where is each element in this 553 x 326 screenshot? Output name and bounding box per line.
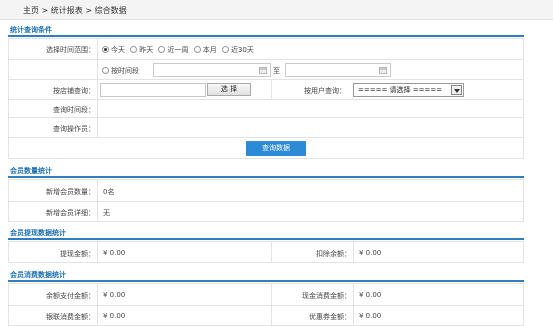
consume-table: 余额支付金额： ¥ 0.00 现金消费金额： ¥ 0.00 银联消费金额： ¥ … [8,283,524,326]
cash-table: 提现金额： ¥ 0.00 扣除余额： ¥ 0.00 [8,241,524,263]
time-range-label: 选择时间范围： [46,46,95,54]
radio-last-week[interactable]: 近一周 [158,45,188,55]
unionpay-value: ¥ 0.00 [103,312,126,320]
user-select-value: ===== 请选择 ===== [358,86,443,94]
time-range-options: 今天 昨天 近一周 本月 近30天 [102,45,257,55]
new-detail-value: 无 [103,209,110,217]
time-range-row: 选择时间范围： 今天 昨天 近一周 本月 近30天 [9,39,523,59]
custom-range-row: 按时间段 至 [9,59,523,79]
query-section-bar [8,35,524,37]
radio-yesterday[interactable]: 昨天 [130,45,153,55]
radio-icon [193,46,201,53]
new-detail-row: 新增会员详细： 无 [9,201,523,221]
radio-today[interactable]: 今天 [102,45,125,55]
start-date-input[interactable] [153,63,271,77]
radio-this-month[interactable]: 本月 [193,45,217,55]
new-count-value: 0名 [103,188,115,196]
consume-section-bar [8,280,524,282]
cash-section-bar [8,238,524,240]
radio-icon [158,46,166,53]
coupon-label: 优惠券金额： [309,313,351,321]
withdraw-label: 提现金额： [60,250,95,258]
top-bar: 主页 > 统计报表 > 综合数据 [0,0,553,20]
operator-row: 查询操作员： [9,117,523,137]
user-label: 按用户查询： [304,87,346,95]
radio-icon [102,67,109,74]
store-input[interactable] [100,83,206,97]
calendar-icon[interactable] [259,67,267,74]
chevron-down-icon [451,85,462,95]
radio-checked-icon [102,46,109,53]
new-count-label: 新增会员数量： [46,188,95,196]
cash-section-title: 会员提现数据统计 [10,229,66,237]
new-count-row: 新增会员数量： 0名 [9,180,523,201]
unionpay-label: 银联消费金额： [46,313,95,321]
radio-custom-range[interactable]: 按时间段 [102,66,139,76]
member-section-title: 会员数量统计 [10,167,52,175]
deduct-value: ¥ 0.00 [359,249,382,257]
consume-row-1: 余额支付金额： ¥ 0.00 现金消费金额： ¥ 0.00 [9,284,523,305]
user-select[interactable]: ===== 请选择 ===== [353,83,464,97]
consume-row-2: 银联消费金额： ¥ 0.00 优惠券金额： ¥ 0.00 [9,305,523,326]
query-data-button[interactable]: 查询数据 [246,141,306,156]
cash-consume-value: ¥ 0.00 [359,291,382,299]
submit-row: 查询数据 [9,137,523,159]
cash-consume-label: 现金消费金额： [302,292,351,300]
calendar-icon[interactable] [379,67,387,74]
coupon-value: ¥ 0.00 [359,312,382,320]
query-time-label: 查询时间段： [53,106,95,114]
query-time-row: 查询时间段： [9,99,523,117]
divider [353,242,354,262]
select-store-button[interactable]: 选 择 [207,83,251,96]
divider [97,242,98,262]
balance-pay-label: 余额支付金额： [46,292,95,300]
end-date-input[interactable] [285,63,391,77]
store-user-row: 按店铺查询： 选 择 按用户查询： ===== 请选择 ===== [9,79,523,99]
operator-label: 查询操作员： [53,125,95,133]
member-section-bar [8,176,524,178]
consume-section-title: 会员消费数据统计 [10,271,66,279]
new-detail-label: 新增会员详细： [46,209,95,217]
to-label: 至 [273,67,280,75]
query-table: 选择时间范围： 今天 昨天 近一周 本月 近30天 按时间段 至 按店铺查询： … [8,38,524,159]
radio-icon [221,46,229,53]
member-table: 新增会员数量： 0名 新增会员详细： 无 [8,179,524,222]
withdraw-value: ¥ 0.00 [103,249,126,257]
store-label: 按店铺查询： [53,87,95,95]
balance-pay-value: ¥ 0.00 [103,291,126,299]
query-section-title: 统计查询条件 [10,26,52,34]
radio-icon [130,46,138,53]
radio-last-30-days[interactable]: 近30天 [221,45,254,55]
breadcrumb: 主页 > 统计报表 > 综合数据 [23,6,127,15]
deduct-label: 扣除余额： [316,250,351,258]
